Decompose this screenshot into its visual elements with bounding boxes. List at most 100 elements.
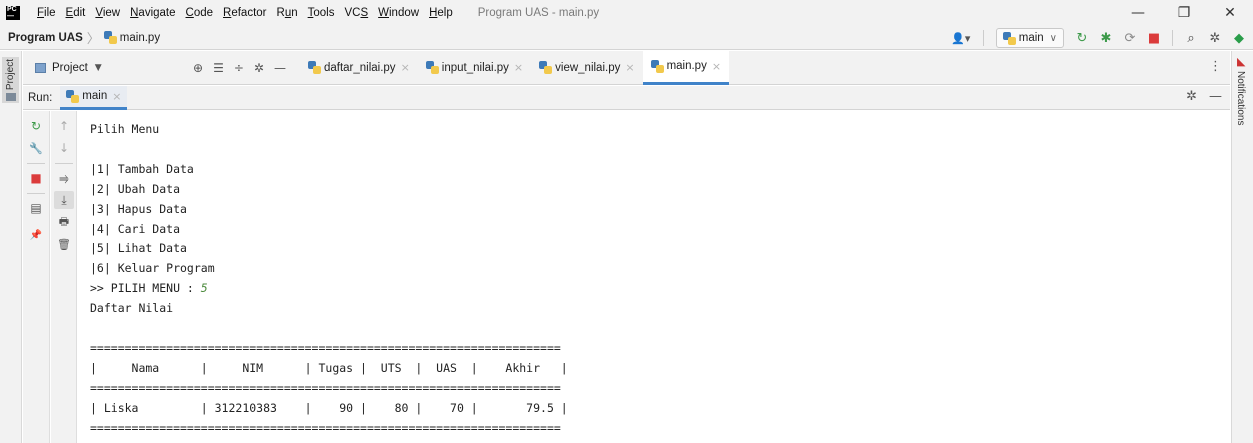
restore-icon[interactable]: ❐ [1161,0,1207,26]
python-file-icon [425,61,439,74]
menu-refactor[interactable]: Refactor [218,7,271,19]
close-tab-icon[interactable]: × [401,61,410,74]
settings-icon[interactable]: ✲ [1186,89,1197,104]
divider [27,163,45,164]
divider [982,30,984,46]
menu-view[interactable]: View [90,7,125,19]
account-icon[interactable]: 👤▾ [947,28,975,48]
print-icon[interactable]: 🖶 [54,213,74,231]
notification-icon[interactable]: ◣ [1237,55,1245,68]
console-line: |1| Tambah Data [90,161,194,176]
plugin-icon[interactable]: ◆ [1229,28,1249,48]
hide-icon[interactable]: — [274,61,286,75]
rerun-icon[interactable]: ↻ [26,117,46,135]
console-user-input: 5 [200,281,208,296]
menu-edit[interactable]: Edit [61,7,91,19]
editor-tabs: daftar_nilai.py × input_nilai.py × view_… [300,50,730,85]
breadcrumb-separator: 〉 [86,31,100,46]
project-view-icon [35,62,46,73]
chevron-down-icon: ∨ [1049,32,1057,44]
close-icon[interactable]: ✕ [1207,0,1253,26]
menu-file[interactable]: File [32,7,61,19]
project-tool-button[interactable]: Project [2,57,19,103]
search-icon[interactable]: ⌕ [1181,28,1201,48]
menu-bar: File Edit View Navigate Code Refactor Ru… [32,7,458,19]
pycharm-logo-icon: PC — [6,6,20,20]
tab-view-nilai[interactable]: view_nilai.py × [531,51,642,85]
divider [27,193,45,194]
run-header-actions: ✲ — [1186,89,1222,104]
console-line: |4| Cari Data [90,221,181,236]
dropdown-caret-icon: ▼ [94,62,102,73]
expand-all-icon[interactable]: ☰ [213,61,224,75]
collapse-all-icon[interactable]: ÷ [234,61,244,75]
divider [55,163,73,164]
stop-icon[interactable]: ■ [1144,28,1164,48]
console-line: |2| Ubah Data [90,181,181,196]
console-output[interactable]: Pilih Menu |1| Tambah Data |2| Ubah Data… [78,111,1230,443]
more-options-icon[interactable]: ⋮ [1209,59,1222,74]
breadcrumb-project[interactable]: Program UAS [8,32,83,44]
scroll-to-end-icon[interactable]: ⤓ [54,191,74,209]
close-tab-icon[interactable]: × [625,61,634,74]
console-line: Pilih Menu [90,122,160,136]
python-file-icon [66,89,80,103]
console-line: |5| Lihat Data [90,241,187,256]
layout-icon[interactable]: ▤ [26,199,46,217]
menu-navigate[interactable]: Navigate [125,7,180,19]
hide-icon[interactable]: — [1209,89,1222,104]
menu-code[interactable]: Code [181,7,219,19]
project-view-dropdown[interactable]: Project ▼ [23,62,188,74]
close-tab-icon[interactable]: × [514,61,523,74]
console-prompt: >> PILIH MENU : [90,281,201,296]
python-file-icon [103,31,117,44]
menu-tools[interactable]: Tools [303,7,340,19]
arrow-down-icon[interactable]: ↓ [54,139,74,157]
menu-window[interactable]: Window [373,7,424,19]
debug-icon[interactable]: ✱ [1096,28,1116,48]
minimize-icon[interactable]: — [1115,0,1161,26]
coverage-icon[interactable]: ⟳ [1120,28,1140,48]
run-icon[interactable]: ↻ [1072,28,1092,48]
run-window-header: Run: main × ✲ — [23,85,1230,110]
run-config-selector[interactable]: main ∨ [995,28,1064,48]
window-title: Program UAS - main.py [477,7,600,19]
run-toolbar-primary: ↻ 🔧 ■ ▤ 📌 [23,111,50,443]
folder-icon [5,93,16,102]
run-tab-label: main [82,90,108,102]
project-and-tabs-row: Project ▼ ⊕ ☰ ÷ ✲ — daftar_nilai.py × in… [23,50,1230,85]
python-file-icon [307,61,321,74]
right-tool-stripe: ◣ Notifications [1231,51,1253,443]
run-tab-main[interactable]: main × [60,85,128,110]
python-file-icon [539,61,553,74]
tab-daftar-nilai[interactable]: daftar_nilai.py × [300,51,418,85]
title-bar: PC — File Edit View Navigate Code Refacto… [0,0,1253,26]
trash-icon[interactable]: 🗑 [54,235,74,253]
table-border: ========================================… [90,340,561,355]
options-icon[interactable]: ✲ [254,61,264,75]
python-file-icon [650,59,664,73]
locate-file-icon[interactable]: ⊕ [193,61,203,75]
breadcrumb-file[interactable]: main.py [120,32,160,44]
wrench-icon[interactable]: 🔧 [26,139,46,157]
close-tab-icon[interactable]: × [112,90,121,103]
tab-main[interactable]: main.py × [642,50,730,85]
navbar-actions: 👤▾ main ∨ ↻ ✱ ⟳ ■ ⌕ ✲ ◆ [947,26,1249,50]
close-tab-icon[interactable]: × [712,60,721,73]
menu-vcs[interactable]: VCS [339,7,373,19]
notifications-tool-button[interactable]: Notifications [1235,71,1246,125]
tab-input-nilai[interactable]: input_nilai.py × [418,51,531,85]
run-toolbar-secondary: ↑ ↓ ⥤ ⤓ 🖶 🗑 [51,111,77,443]
menu-help[interactable]: Help [424,7,458,19]
pin-icon[interactable]: 📌 [26,226,46,244]
window-controls: — ❐ ✕ [1115,0,1253,26]
arrow-up-icon[interactable]: ↑ [54,117,74,135]
menu-run[interactable]: Run [272,7,303,19]
console-text: Pilih Menu |1| Tambah Data |2| Ubah Data… [78,111,1230,439]
settings-icon[interactable]: ✲ [1205,28,1225,48]
stop-icon[interactable]: ■ [26,169,46,187]
soft-wrap-icon[interactable]: ⥤ [54,169,74,187]
breadcrumb: Program UAS 〉 main.py [0,28,160,47]
table-header-row: | Nama | NIM | Tugas | UTS | UAS | Akhir… [90,360,568,375]
left-tool-stripe: Project [0,51,22,443]
